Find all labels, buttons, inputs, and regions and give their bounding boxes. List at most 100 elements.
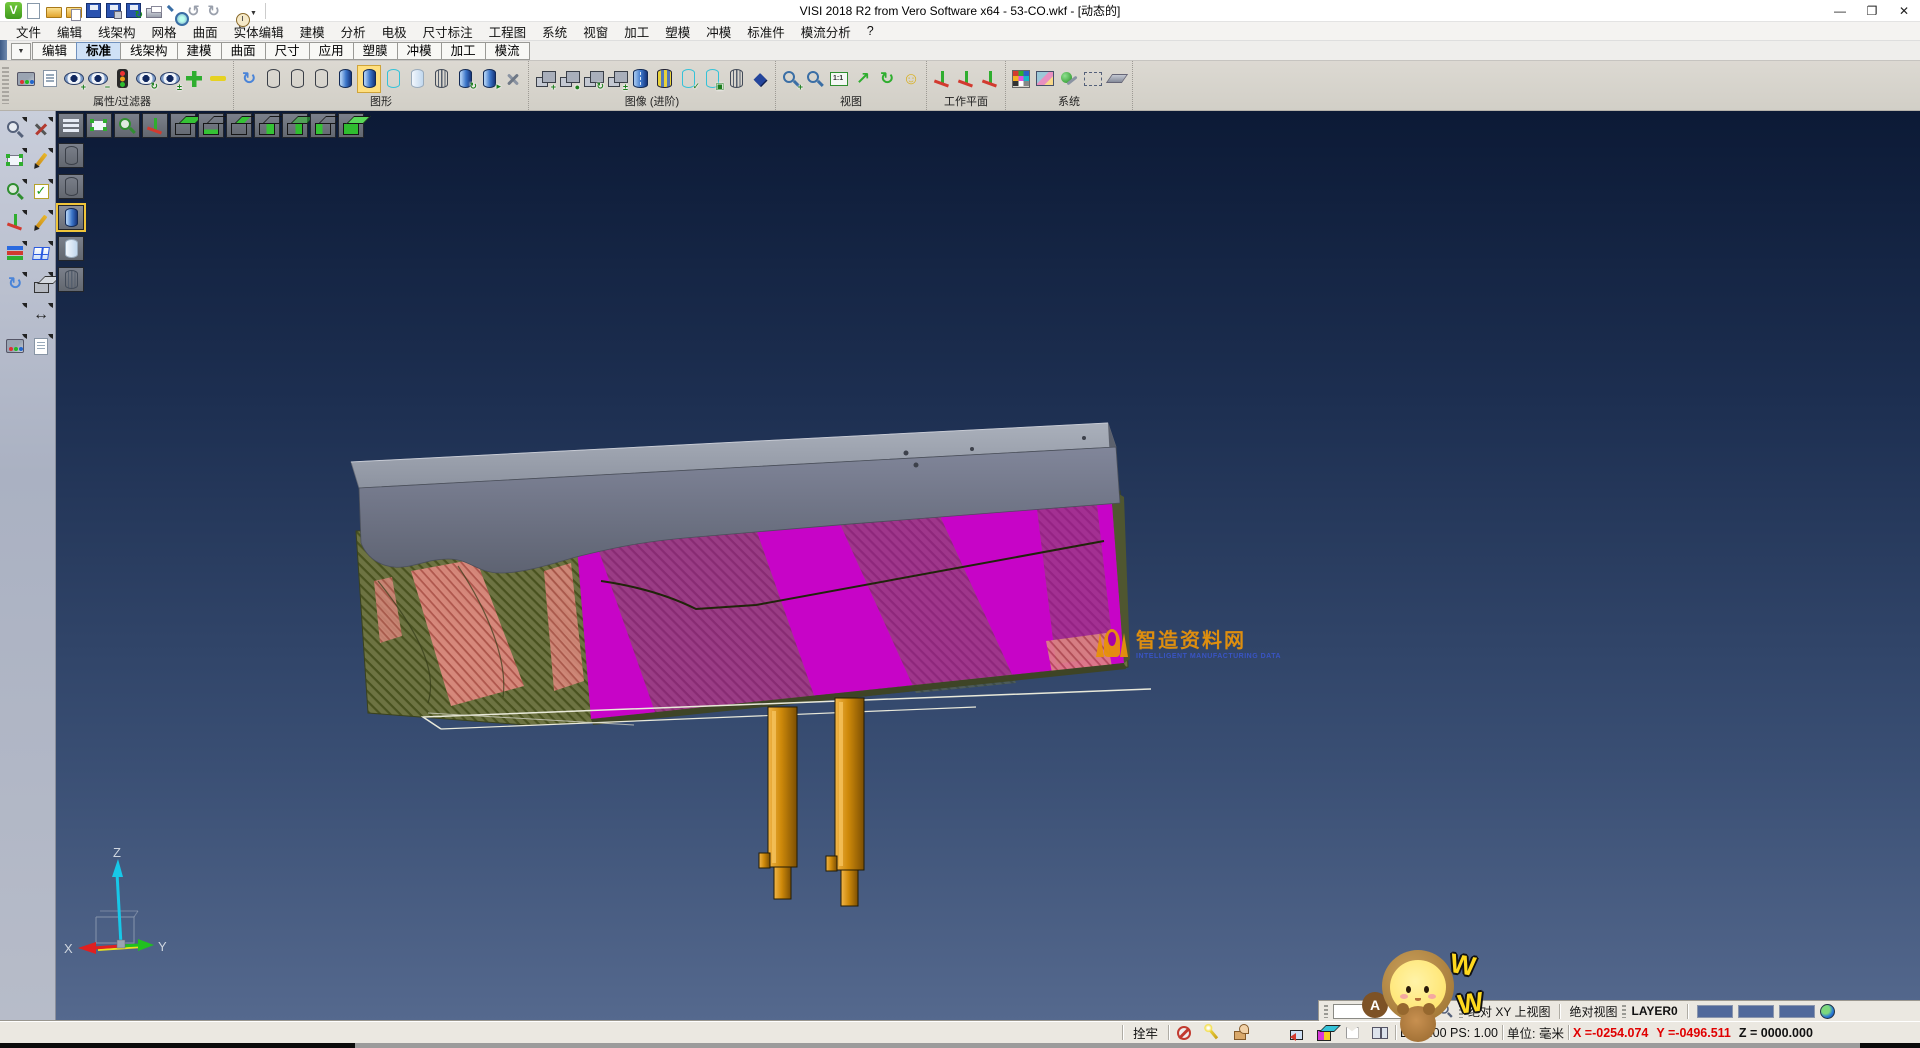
print-icon[interactable]: [145, 2, 162, 19]
tab-尺寸[interactable]: 尺寸: [265, 42, 310, 60]
menu-item[interactable]: 尺寸标注: [415, 21, 481, 42]
menu-item[interactable]: 文件: [8, 21, 49, 42]
display-hidden-line-icon[interactable]: [58, 174, 84, 199]
spline-edit-icon[interactable]: [29, 148, 53, 172]
advanced-add-icon[interactable]: +: [532, 65, 556, 93]
ghost-display-icon[interactable]: [405, 65, 429, 93]
system-plane-icon[interactable]: [1105, 65, 1129, 93]
print-preview-icon[interactable]: [165, 2, 182, 19]
menu-item[interactable]: 视窗: [575, 21, 616, 42]
hidden-line-icon[interactable]: [429, 65, 453, 93]
tab-冲模[interactable]: 冲模: [397, 42, 442, 60]
view-plane-icon[interactable]: [86, 113, 112, 138]
view-regenerate-icon[interactable]: [875, 65, 899, 93]
quickbar-more-icon[interactable]: [245, 2, 262, 19]
filter-remove-icon[interactable]: −: [86, 65, 110, 93]
magic-select-icon[interactable]: [1201, 1024, 1223, 1042]
view-zoom-icon[interactable]: [114, 113, 140, 138]
workplane-align-icon[interactable]: [954, 65, 978, 93]
workplane-origin-icon[interactable]: [930, 65, 954, 93]
menu-item[interactable]: 分析: [333, 21, 374, 42]
undo-icon[interactable]: [185, 2, 202, 19]
filter-add-icon[interactable]: +: [62, 65, 86, 93]
zoom-entity-icon[interactable]: [3, 179, 27, 203]
menu-item[interactable]: 电极: [374, 21, 415, 42]
tab-塑膜[interactable]: 塑膜: [353, 42, 398, 60]
system-image-icon[interactable]: [1033, 65, 1057, 93]
system-colors-icon[interactable]: [1009, 65, 1033, 93]
tab-编辑[interactable]: 编辑: [32, 42, 77, 60]
wireframe-1-icon[interactable]: [261, 65, 285, 93]
delete-entity-icon[interactable]: [29, 117, 53, 141]
save-file-icon[interactable]: [85, 2, 102, 19]
system-grid-icon[interactable]: [1081, 65, 1105, 93]
swatch-button-1[interactable]: [1697, 1005, 1733, 1018]
tab-建模[interactable]: 建模: [177, 42, 222, 60]
display-mesh-icon[interactable]: [58, 267, 84, 292]
tab-dropdown-button[interactable]: ▼: [11, 43, 31, 60]
ribbon-grip[interactable]: [2, 67, 9, 104]
restore-button[interactable]: ❐: [1856, 1, 1888, 21]
viewport-3d[interactable]: Z X Y 智造资料网 INTELLIGENT MANUFACTURING DA…: [56, 111, 1920, 1021]
view-menu-icon[interactable]: [58, 113, 84, 138]
measure-distance-icon[interactable]: [29, 303, 53, 327]
menu-item[interactable]: 冲模: [698, 21, 739, 42]
filter-refresh-icon[interactable]: ↻: [134, 65, 158, 93]
view-right-icon[interactable]: [282, 113, 308, 138]
collar-tool-icon[interactable]: [1341, 1024, 1363, 1042]
search-icon[interactable]: [1439, 1004, 1449, 1014]
validate-solid-icon[interactable]: ✓: [676, 65, 700, 93]
attribute-page-icon[interactable]: [38, 65, 62, 93]
zoom-actual-icon[interactable]: [827, 65, 851, 93]
tab-应用[interactable]: 应用: [309, 42, 354, 60]
grid-window-icon[interactable]: [29, 241, 53, 265]
view-back-icon[interactable]: [226, 113, 252, 138]
workplane-axes-icon[interactable]: [3, 210, 27, 234]
display-shaded-icon[interactable]: [58, 205, 84, 230]
slider-pin-1[interactable]: [759, 707, 797, 899]
close-button[interactable]: ✕: [1888, 1, 1920, 21]
transparent-display-icon[interactable]: [381, 65, 405, 93]
model-canvas[interactable]: Z X Y: [56, 111, 1920, 1021]
menu-item[interactable]: 标准件: [739, 21, 793, 42]
hide-all-icon[interactable]: [206, 65, 230, 93]
layer-palette-icon[interactable]: [3, 241, 27, 265]
context-help-icon[interactable]: [1257, 1024, 1279, 1042]
zoom-in-icon[interactable]: +: [779, 65, 803, 93]
view-reference[interactable]: 绝对 XY 上视图: [1468, 1003, 1550, 1020]
minimize-button[interactable]: —: [1824, 1, 1856, 21]
shaded-icon[interactable]: [333, 65, 357, 93]
menu-item[interactable]: 建模: [292, 21, 333, 42]
pick-entity-icon[interactable]: [1229, 1024, 1251, 1042]
recent-history-icon[interactable]: [225, 2, 242, 19]
wireframe-3-icon[interactable]: [309, 65, 333, 93]
filter-plus-minus-icon[interactable]: ±: [158, 65, 182, 93]
new-document-icon[interactable]: [25, 2, 42, 19]
confirm-selection-icon[interactable]: [29, 179, 53, 203]
tab-加工[interactable]: 加工: [441, 42, 486, 60]
advanced-plus-minus-icon[interactable]: ±: [604, 65, 628, 93]
menu-item[interactable]: 编辑: [49, 21, 90, 42]
view-left-icon[interactable]: [310, 113, 336, 138]
attribute-paint-icon[interactable]: [14, 65, 38, 93]
redo-icon[interactable]: [205, 2, 222, 19]
menu-item[interactable]: ?: [859, 23, 882, 39]
cube-orient-icon[interactable]: [1285, 1024, 1307, 1042]
search-input[interactable]: [1333, 1004, 1433, 1019]
view-iso-icon[interactable]: [338, 113, 364, 138]
cube-colors-icon[interactable]: [1313, 1024, 1335, 1042]
menu-item[interactable]: 曲面: [185, 21, 226, 42]
tab-线架构[interactable]: 线架构: [120, 42, 178, 60]
swatch-button-3[interactable]: [1779, 1005, 1815, 1018]
zoom-window-icon[interactable]: [803, 65, 827, 93]
menu-item[interactable]: 塑模: [657, 21, 698, 42]
render-mode-icon[interactable]: [899, 65, 923, 93]
menu-item[interactable]: 模流分析: [793, 21, 859, 42]
gem-display-icon[interactable]: [748, 65, 772, 93]
filter-traffic-light-icon[interactable]: [110, 65, 134, 93]
strip-grip[interactable]: [1622, 1005, 1626, 1018]
open-file-icon[interactable]: [45, 2, 62, 19]
globe-icon[interactable]: [1820, 1004, 1835, 1019]
dock-grip[interactable]: [0, 40, 7, 60]
menu-item[interactable]: 系统: [534, 21, 575, 42]
